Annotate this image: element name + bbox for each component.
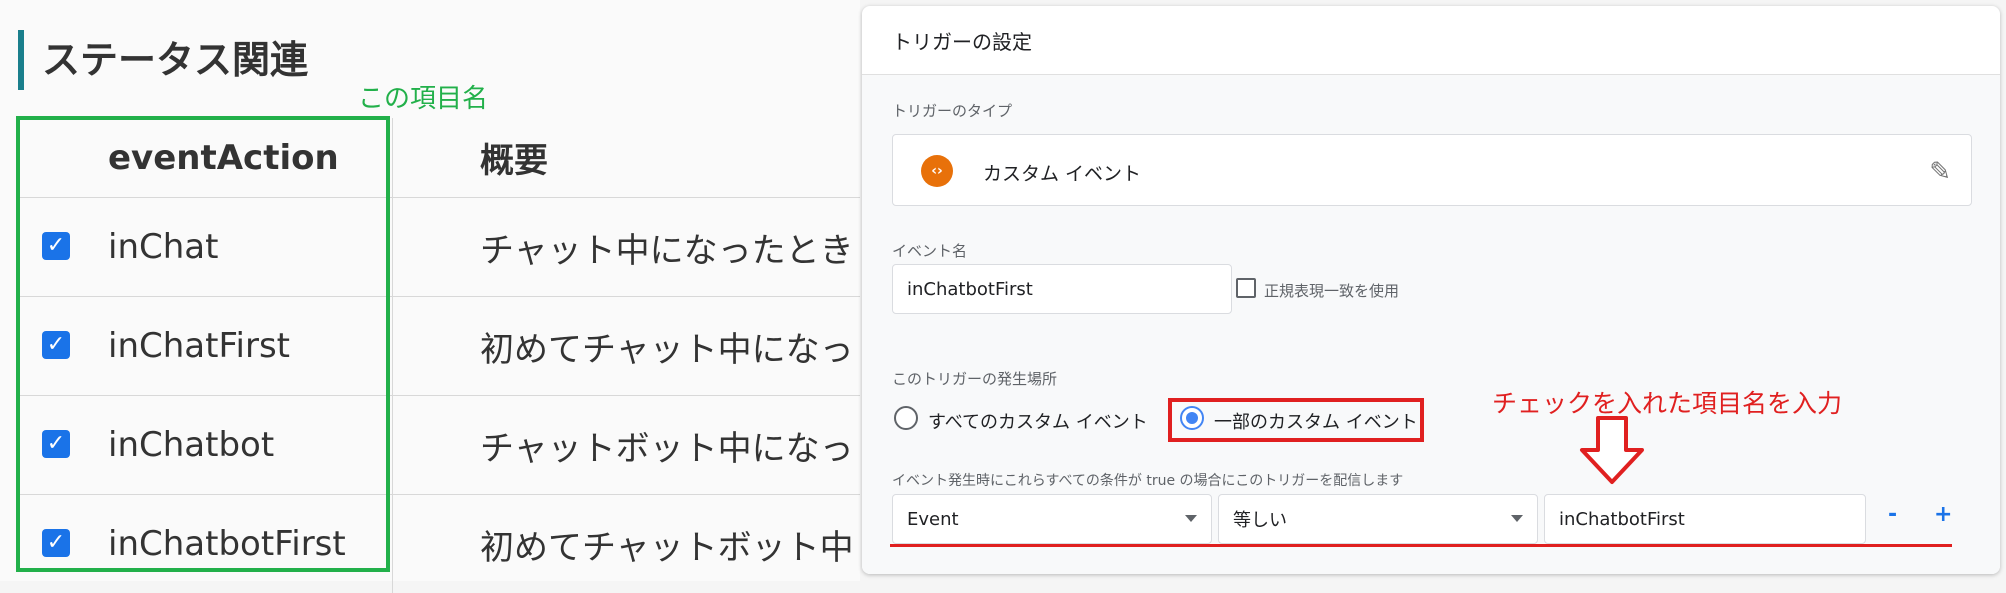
cell-event-action: inChatFirst <box>108 326 291 366</box>
annotation-underline <box>890 544 1952 547</box>
check-icon: ✓ <box>46 530 66 555</box>
table-row: ✓ inChatFirst 初めてチャット中になっ <box>18 297 860 396</box>
condition-operator-value: 等しい <box>1233 510 1287 531</box>
section-title: ステータス関連 <box>18 30 308 90</box>
cell-event-action: inChatbot <box>108 425 275 465</box>
code-brackets-icon: ‹› <box>921 155 953 187</box>
header-summary: 概要 <box>480 141 548 181</box>
column-divider <box>392 297 393 395</box>
trigger-type-label: トリガーのタイプ <box>892 102 1013 120</box>
cell-summary: チャット中になったとき <box>480 230 854 271</box>
annotation-item-name: この項目名 <box>358 84 489 114</box>
radio-some-events[interactable] <box>1180 406 1204 430</box>
row-checkbox[interactable]: ✓ <box>42 232 70 260</box>
table-row: ✓ inChatbotFirst 初めてチャットボット中 <box>18 495 860 593</box>
regex-checkbox-label: 正規表現一致を使用 <box>1264 282 1400 300</box>
table-header-row: eventAction 概要 <box>18 118 860 198</box>
status-table: eventAction 概要 ✓ inChat チャット中になったとき ✓ in… <box>18 118 860 593</box>
condition-variable-value: Event <box>907 508 959 530</box>
cell-summary: チャットボット中になっ <box>480 428 854 469</box>
trigger-type-name: カスタム イベント <box>983 163 1142 185</box>
pencil-icon[interactable]: ✎ <box>1929 157 1951 187</box>
radio-some-events-label: 一部のカスタム イベント <box>1214 412 1418 433</box>
event-name-input[interactable]: inChatbotFirst <box>892 264 1232 314</box>
event-name-label: イベント名 <box>892 242 968 260</box>
header-event-action: eventAction <box>108 137 339 178</box>
trigger-type-selector[interactable]: ‹› カスタム イベント ✎ <box>892 134 1972 206</box>
annotation-input-instruction: チェックを入れた項目名を入力 <box>1492 389 1843 418</box>
check-icon: ✓ <box>46 431 66 456</box>
dropdown-arrow-icon <box>1185 515 1197 522</box>
column-divider <box>392 198 393 296</box>
fire-location-label: このトリガーの発生場所 <box>892 370 1058 388</box>
trigger-config-card: トリガーの設定 トリガーのタイプ ‹› カスタム イベント ✎ イベント名 in… <box>862 6 2000 574</box>
row-checkbox[interactable]: ✓ <box>42 331 70 359</box>
card-title: トリガーの設定 <box>892 30 1032 54</box>
cell-event-action: inChat <box>108 227 219 267</box>
condition-value-input[interactable]: inChatbotFirst <box>1544 494 1866 544</box>
table-row: ✓ inChatbot チャットボット中になっ <box>18 396 860 495</box>
column-divider <box>392 495 393 593</box>
status-table-panel: ステータス関連 この項目名 eventAction 概要 ✓ inChat チャ… <box>0 0 860 593</box>
check-icon: ✓ <box>46 233 66 258</box>
condition-operator-select[interactable]: 等しい <box>1218 494 1538 544</box>
table-row: ✓ inChat チャット中になったとき <box>18 198 860 297</box>
check-icon: ✓ <box>46 332 66 357</box>
regex-checkbox[interactable] <box>1236 278 1256 298</box>
row-checkbox[interactable]: ✓ <box>42 430 70 458</box>
column-divider <box>392 118 393 197</box>
remove-condition-button[interactable]: - <box>1888 502 1897 527</box>
radio-all-events[interactable] <box>894 406 918 430</box>
cell-summary: 初めてチャットボット中 <box>480 527 854 568</box>
down-arrow-icon <box>1580 416 1644 484</box>
add-condition-button[interactable]: + <box>1934 502 1952 527</box>
column-divider <box>392 396 393 494</box>
condition-label: イベント発生時にこれらすべての条件が true の場合にこのトリガーを配信します <box>892 473 1404 489</box>
row-checkbox[interactable]: ✓ <box>42 529 70 557</box>
dropdown-arrow-icon <box>1511 515 1523 522</box>
event-name-value: inChatbotFirst <box>907 278 1033 300</box>
condition-value: inChatbotFirst <box>1559 508 1685 530</box>
radio-all-events-label: すべてのカスタム イベント <box>928 412 1148 433</box>
condition-variable-select[interactable]: Event <box>892 494 1212 544</box>
cell-summary: 初めてチャット中になっ <box>480 329 854 370</box>
cell-event-action: inChatbotFirst <box>108 524 346 564</box>
